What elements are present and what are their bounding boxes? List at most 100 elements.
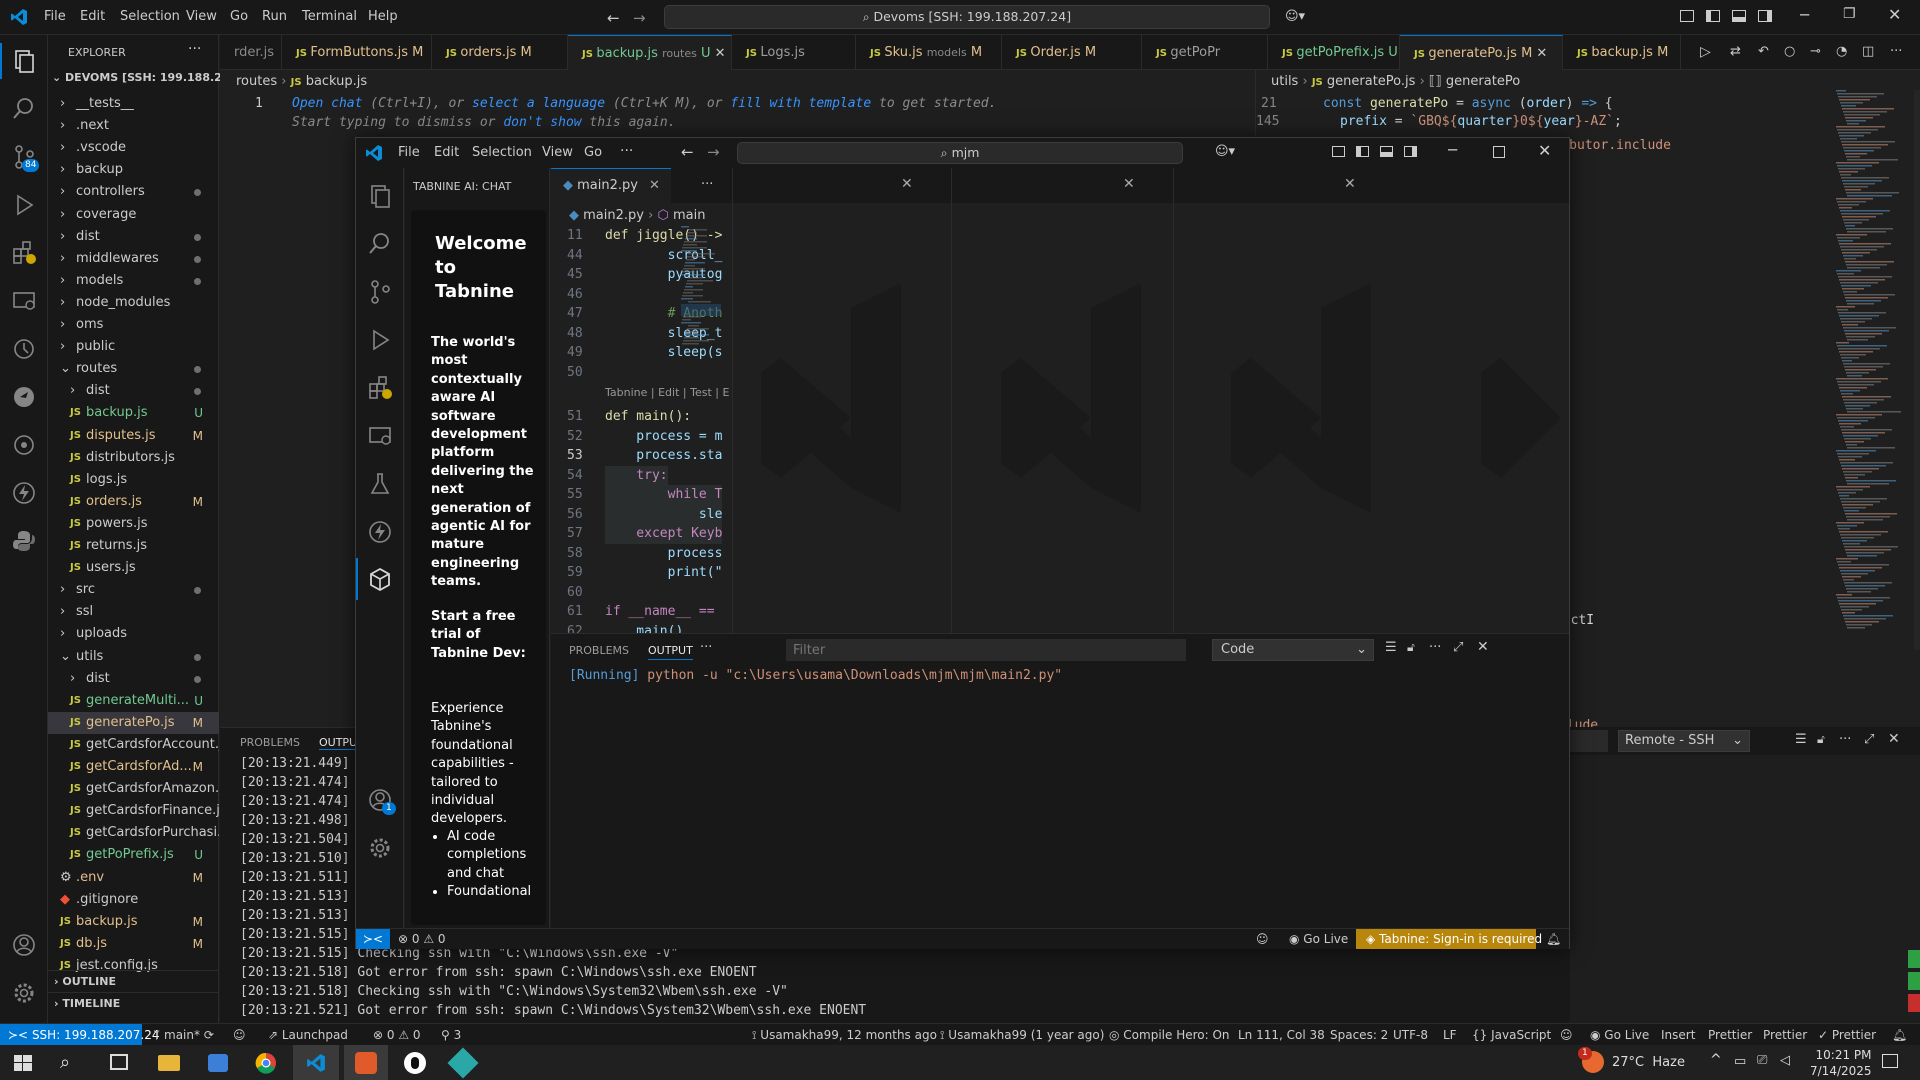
tree-item[interactable]: › node_modules <box>48 292 219 314</box>
editor-tab[interactable]: rder.js <box>220 35 282 70</box>
lightning-icon[interactable] <box>366 518 394 546</box>
menu-edit[interactable]: Edit <box>434 145 459 160</box>
git-blame-1[interactable]: ⟟ Usamakha99, 12 months ago <box>752 1024 937 1046</box>
tree-item[interactable]: › dist <box>48 226 219 248</box>
testing-flask-icon[interactable] <box>366 470 394 498</box>
ports-indicator[interactable]: ⚲ 3 <box>441 1024 461 1046</box>
tree-item[interactable]: › dist <box>48 668 219 690</box>
language-mode[interactable]: {} JavaScript <box>1472 1024 1551 1046</box>
search-icon[interactable]: ⌕ <box>60 1052 70 1073</box>
chrome-icon[interactable] <box>255 1052 277 1074</box>
tree-item[interactable]: JS getCardsforFinance.js <box>48 800 219 822</box>
tree-item[interactable]: JS generateMulti... U <box>48 690 219 712</box>
branch-indicator[interactable]: ᛘ main* ⟳ <box>153 1024 214 1046</box>
hint-link[interactable]: select a language <box>472 96 605 111</box>
menu-go[interactable]: Go <box>230 9 248 24</box>
run-icon[interactable]: ▷ <box>1700 44 1711 60</box>
tree-item[interactable]: › middlewares <box>48 248 219 270</box>
tree-item[interactable]: JS getCardsforAccount.js <box>48 734 219 756</box>
remote-indicator-icon[interactable]: ≻< <box>356 929 390 949</box>
windows-start-icon[interactable] <box>14 1055 32 1071</box>
task-view-icon[interactable] <box>110 1054 128 1070</box>
explorer-icon[interactable] <box>10 47 38 75</box>
compile-hero[interactable]: ◎ Compile Hero: On <box>1109 1024 1230 1046</box>
tree-item[interactable]: JS distributors.js <box>48 447 219 469</box>
hint-link[interactable]: fill with template <box>730 96 871 111</box>
more-icon[interactable]: ··· <box>1839 732 1851 747</box>
source-control-icon[interactable] <box>366 278 394 306</box>
prettier-status[interactable]: ✓ Prettier <box>1818 1024 1876 1046</box>
tree-item[interactable]: › dist <box>48 380 219 402</box>
output-channel-select[interactable]: Code ⌄ <box>1212 639 1374 661</box>
code-editor[interactable]: 11 def jiggle() -> 44 scroll_ 45 pyautog 46 4… <box>551 226 732 633</box>
tree-item[interactable]: JS getCardsforPurchasi... <box>48 822 219 844</box>
encoding[interactable]: UTF-8 <box>1393 1024 1428 1046</box>
more-icon[interactable]: ··· <box>1890 44 1902 59</box>
tree-item[interactable]: JS backup.js U <box>48 402 219 424</box>
more-icon[interactable]: ··· <box>700 640 712 655</box>
battery-icon[interactable]: ▭ <box>1734 1054 1746 1069</box>
word-wrap-icon[interactable]: ☰ <box>1385 640 1397 655</box>
minimize-icon[interactable]: ─ <box>1448 141 1457 159</box>
tree-item[interactable]: ⌄ routes <box>48 358 219 380</box>
tabnine-status[interactable]: ◈ Tabnine: Sign-in is required <box>1356 929 1542 949</box>
vscode-taskbar-button[interactable] <box>293 1045 339 1080</box>
tree-item[interactable]: JS generatePo.js M <box>48 711 219 734</box>
account-icon[interactable] <box>10 931 38 959</box>
close-tab-icon[interactable]: ✕ <box>649 169 660 203</box>
search-icon[interactable] <box>366 230 394 258</box>
search-icon[interactable] <box>10 95 38 123</box>
lightning-icon[interactable] <box>10 479 38 507</box>
editor-tab[interactable]: JS backup.js routes U ✕ <box>568 35 732 70</box>
tree-item[interactable]: › backup <box>48 159 219 181</box>
breadcrumb-folder[interactable]: utils <box>1271 74 1298 89</box>
copilot-icon[interactable]: ☺▾ <box>1285 9 1305 24</box>
tree-item[interactable]: › ssl <box>48 601 219 623</box>
menu-file[interactable]: File <box>44 9 66 24</box>
menu-selection[interactable]: Selection <box>472 145 532 160</box>
weather-text[interactable]: 27°C Haze <box>1612 1055 1685 1070</box>
prettier-status[interactable]: Prettier <box>1708 1024 1752 1046</box>
customize-layout-icon[interactable] <box>1680 10 1694 22</box>
editor-tab[interactable]: JS getPoPr <box>1142 35 1268 70</box>
maximize-panel-icon[interactable]: ⤢ <box>1453 640 1463 655</box>
account-icon[interactable]: 1 <box>366 786 396 815</box>
filter-input[interactable] <box>1570 730 1608 752</box>
tab-output[interactable]: OUTPU <box>319 736 358 750</box>
account-status-icon[interactable]: ☺ <box>233 1024 246 1046</box>
more-actions-icon[interactable]: ··· <box>701 177 713 192</box>
command-center-search[interactable]: ⌕ Devoms [SSH: 199.188.207.24] <box>664 5 1270 29</box>
source-control-icon[interactable]: 84 <box>10 143 40 172</box>
tree-item[interactable]: › coverage <box>48 204 219 226</box>
menu-help[interactable]: Help <box>368 9 398 24</box>
inner-command-center[interactable]: ⌕ mjm <box>737 142 1183 164</box>
tree-item[interactable]: JS disputes.js M <box>48 425 219 447</box>
problems-count[interactable]: ⊗ 0 ⚠ 0 <box>373 1024 421 1046</box>
revert-icon[interactable]: ↶ <box>1758 44 1769 59</box>
toggle-secondary-sidebar-icon[interactable] <box>1758 10 1772 22</box>
breadcrumb-symbol[interactable]: generatePo <box>1446 74 1520 89</box>
close-panel-icon[interactable]: ✕ <box>1888 731 1900 747</box>
more-actions-icon[interactable]: ··· <box>188 41 201 57</box>
menu-run[interactable]: Run <box>262 9 287 24</box>
breadcrumb-folder[interactable]: routes <box>236 74 277 89</box>
hint-link[interactable]: don't show <box>503 115 581 130</box>
breadcrumb-file[interactable]: backup.js <box>306 74 368 89</box>
zoom-taskbar-button[interactable] <box>344 1045 388 1080</box>
toggle-panel-icon[interactable] <box>1732 10 1746 22</box>
toggle-panel-icon[interactable] <box>1380 146 1393 157</box>
extensions-icon[interactable] <box>366 374 394 402</box>
more-icon[interactable]: ··· <box>1429 640 1441 655</box>
breadcrumb-symbol[interactable]: main <box>673 208 705 223</box>
explorer-icon[interactable] <box>366 182 394 210</box>
go-live-button[interactable]: ◉ Go Live <box>1289 929 1348 949</box>
thunder-client-icon[interactable] <box>10 383 38 411</box>
menu-view[interactable]: View <box>542 145 573 160</box>
tree-item[interactable]: JS getCardsforAmazon.js <box>48 778 219 800</box>
filter-input[interactable] <box>786 639 1186 661</box>
minimap[interactable] <box>1836 90 1906 650</box>
manage-gear-icon[interactable] <box>366 834 394 862</box>
copilot-status-icon[interactable]: ☺ <box>1256 929 1269 949</box>
tree-item[interactable]: JS returns.js <box>48 535 219 557</box>
tree-item[interactable]: › models <box>48 270 219 292</box>
